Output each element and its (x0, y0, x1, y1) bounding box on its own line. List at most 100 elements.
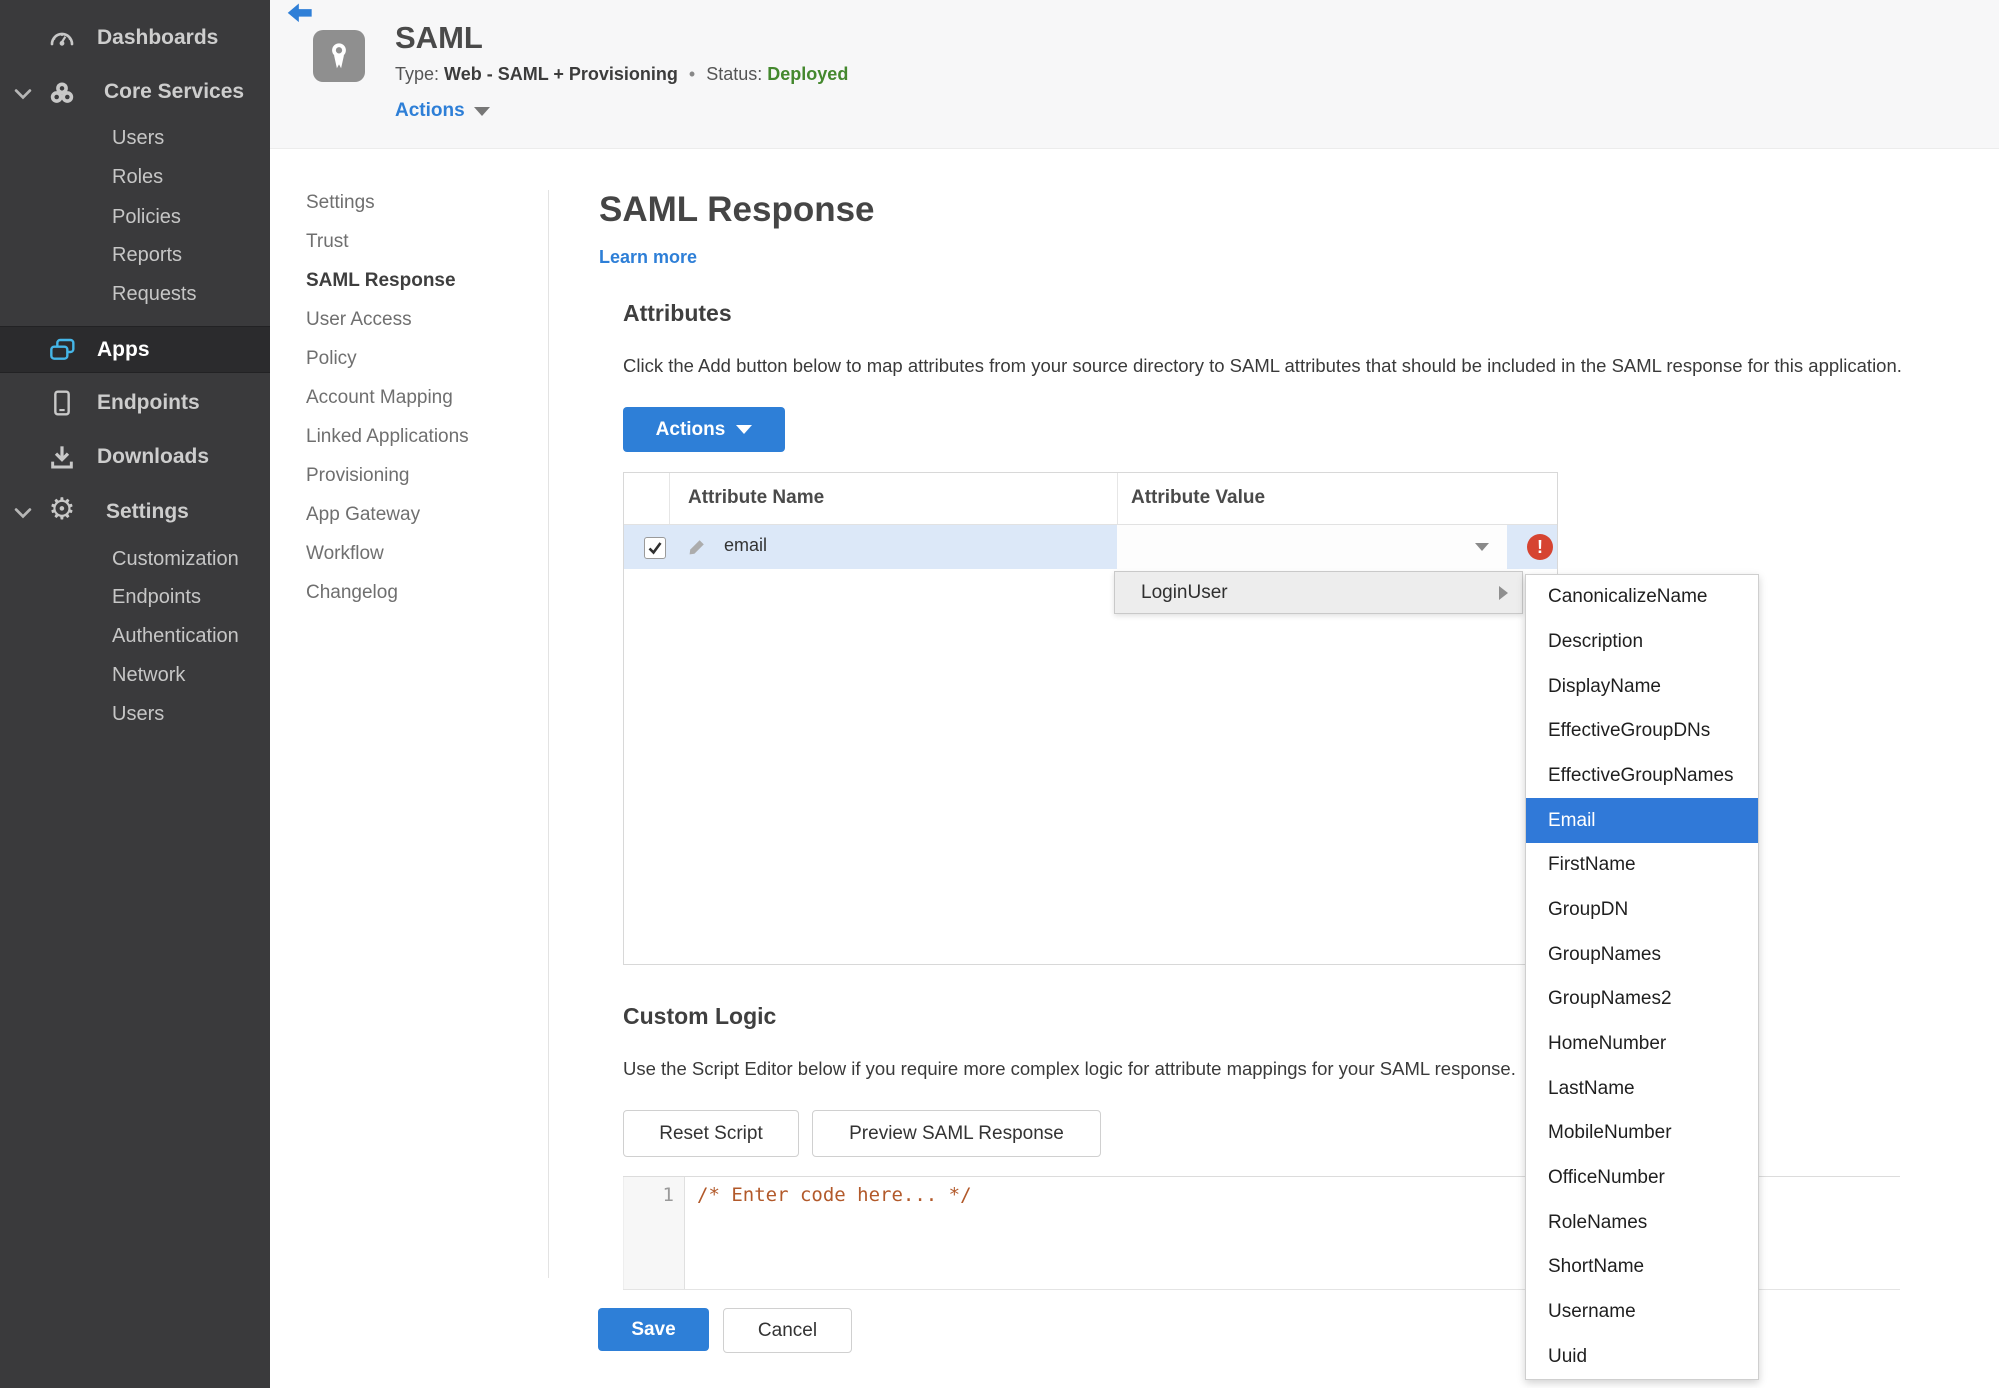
tab-settings[interactable]: Settings (306, 192, 375, 214)
meta-separator: • (688, 64, 696, 84)
menu-item-officenumber[interactable]: OfficeNumber (1526, 1156, 1758, 1201)
menu-item-groupnames2[interactable]: GroupNames2 (1526, 977, 1758, 1022)
sidebar-subitem-label: Authentication (112, 624, 239, 647)
column-header-attribute-value: Attribute Value (1131, 487, 1266, 508)
attributes-actions-button[interactable]: Actions (623, 407, 785, 452)
sidebar-item-settings-users[interactable]: Users (0, 695, 270, 733)
editor-code[interactable]: /* Enter code here... */ (697, 1184, 972, 1206)
menu-item-username[interactable]: Username (1526, 1290, 1758, 1335)
editor-line-number: 1 (623, 1177, 685, 1289)
menu-item-effectivegroupdns[interactable]: EffectiveGroupDNs (1526, 709, 1758, 754)
value-dropdown-submenu: CanonicalizeName Description DisplayName… (1525, 574, 1759, 1380)
tab-account-mapping[interactable]: Account Mapping (306, 387, 453, 409)
tab-linked-applications[interactable]: Linked Applications (306, 426, 469, 448)
reset-script-label: Reset Script (659, 1122, 763, 1144)
menu-item-groupdn[interactable]: GroupDN (1526, 888, 1758, 933)
save-button[interactable]: Save (598, 1308, 709, 1351)
chevron-right-icon (1499, 585, 1508, 600)
sidebar-item-customization[interactable]: Customization (0, 540, 270, 578)
menu-item-uuid[interactable]: Uuid (1526, 1334, 1758, 1379)
sidebar-subitem-label: Requests (112, 282, 197, 305)
sidebar-item-label: Downloads (97, 445, 210, 468)
sidebar-item-label: Core Services (104, 80, 245, 103)
table-row[interactable]: email ! (624, 525, 1557, 569)
edit-pencil-icon[interactable] (687, 537, 707, 557)
chevron-down-icon[interactable] (12, 83, 34, 105)
sidebar-item-endpoints[interactable]: Endpoints (0, 380, 270, 426)
menu-item-effectivegroupnames[interactable]: EffectiveGroupNames (1526, 754, 1758, 799)
menu-item-email[interactable]: Email (1526, 798, 1758, 844)
value-dropdown-root-item[interactable]: LoginUser (1114, 571, 1523, 614)
error-icon: ! (1527, 534, 1553, 560)
menu-item-firstname[interactable]: FirstName (1526, 843, 1758, 888)
app-header: SAML Type: Web - SAML + Provisioning • S… (270, 0, 1999, 149)
core-services-icon (46, 77, 78, 109)
menu-item-homenumber[interactable]: HomeNumber (1526, 1022, 1758, 1067)
sidebar-item-label: Settings (106, 500, 189, 523)
attribute-value-combobox[interactable] (1117, 525, 1507, 569)
table-header-row: Attribute Name Attribute Value (624, 473, 1557, 525)
column-header-attribute-name: Attribute Name (688, 487, 825, 508)
preview-saml-response-label: Preview SAML Response (849, 1122, 1064, 1144)
sidebar-subitem-label: Network (112, 663, 186, 686)
chevron-down-icon (736, 425, 753, 434)
reset-script-button[interactable]: Reset Script (623, 1110, 799, 1157)
tab-user-access[interactable]: User Access (306, 309, 412, 331)
sidebar-item-network[interactable]: Network (0, 656, 270, 694)
cancel-label: Cancel (757, 1319, 818, 1341)
chevron-down-icon (473, 106, 490, 116)
sidebar-item-settings[interactable]: ⚙ Settings (0, 489, 270, 535)
sidebar-subitem-label: Users (112, 702, 165, 725)
tab-workflow[interactable]: Workflow (306, 543, 384, 565)
attribute-name-cell: email (724, 535, 768, 555)
gear-icon: ⚙ (48, 492, 76, 527)
tab-policy[interactable]: Policy (306, 348, 357, 370)
sidebar-item-label: Dashboards (97, 26, 219, 49)
sidebar-item-core-services[interactable]: Core Services (0, 68, 270, 116)
menu-item-rolenames[interactable]: RoleNames (1526, 1200, 1758, 1245)
sidebar-subitem-label: Reports (112, 243, 183, 266)
sidebar-item-dashboards[interactable]: Dashboards (0, 14, 270, 62)
type-label: Type: (395, 64, 440, 84)
menu-item-mobilenumber[interactable]: MobileNumber (1526, 1111, 1758, 1156)
cancel-button[interactable]: Cancel (723, 1308, 852, 1353)
app-logo (313, 30, 365, 82)
sidebar-item-authentication[interactable]: Authentication (0, 617, 270, 655)
header-actions-menu[interactable]: Actions (395, 100, 490, 122)
preview-saml-response-button[interactable]: Preview SAML Response (812, 1110, 1101, 1157)
sidebar-subitem-label: Roles (112, 165, 164, 188)
sidebar-item-label: Apps (97, 337, 150, 361)
tab-changelog[interactable]: Changelog (306, 582, 398, 604)
tab-provisioning[interactable]: Provisioning (306, 465, 410, 487)
sidebar-subitem-label: Policies (112, 205, 181, 228)
sidebar-item-downloads[interactable]: Downloads (0, 434, 270, 480)
menu-item-description[interactable]: Description (1526, 620, 1758, 665)
sidebar-subitem-label: Customization (112, 547, 239, 570)
menu-item-shortname[interactable]: ShortName (1526, 1245, 1758, 1290)
sidebar-item-users[interactable]: Users (0, 119, 270, 157)
save-label: Save (631, 1318, 676, 1340)
sidebar-item-policies[interactable]: Policies (0, 198, 270, 236)
tab-saml-response[interactable]: SAML Response (306, 270, 456, 292)
menu-item-lastname[interactable]: LastName (1526, 1066, 1758, 1111)
header-actions-label: Actions (395, 100, 465, 121)
back-arrow-icon[interactable] (286, 2, 314, 26)
menu-item-groupnames[interactable]: GroupNames (1526, 932, 1758, 977)
tab-app-gateway[interactable]: App Gateway (306, 504, 420, 526)
menu-item-displayname[interactable]: DisplayName (1526, 664, 1758, 709)
sidebar-item-apps[interactable]: Apps (0, 326, 270, 373)
page-app-title: SAML (395, 20, 483, 55)
tab-trust[interactable]: Trust (306, 231, 349, 253)
sidebar-item-requests[interactable]: Requests (0, 275, 270, 313)
learn-more-link[interactable]: Learn more (599, 247, 697, 268)
menu-item-canonicalizename[interactable]: CanonicalizeName (1526, 575, 1758, 620)
sidebar: Dashboards Core Services Users Roles Pol… (0, 0, 270, 1388)
row-checkbox[interactable] (644, 537, 666, 559)
chevron-down-icon[interactable] (12, 502, 34, 524)
attributes-table: Attribute Name Attribute Value email ! (623, 472, 1558, 965)
sidebar-item-settings-endpoints[interactable]: Endpoints (0, 578, 270, 616)
gauge-icon (46, 22, 78, 54)
sidebar-item-reports[interactable]: Reports (0, 236, 270, 274)
sidebar-item-roles[interactable]: Roles (0, 158, 270, 196)
sidebar-subitem-label: Users (112, 126, 165, 149)
